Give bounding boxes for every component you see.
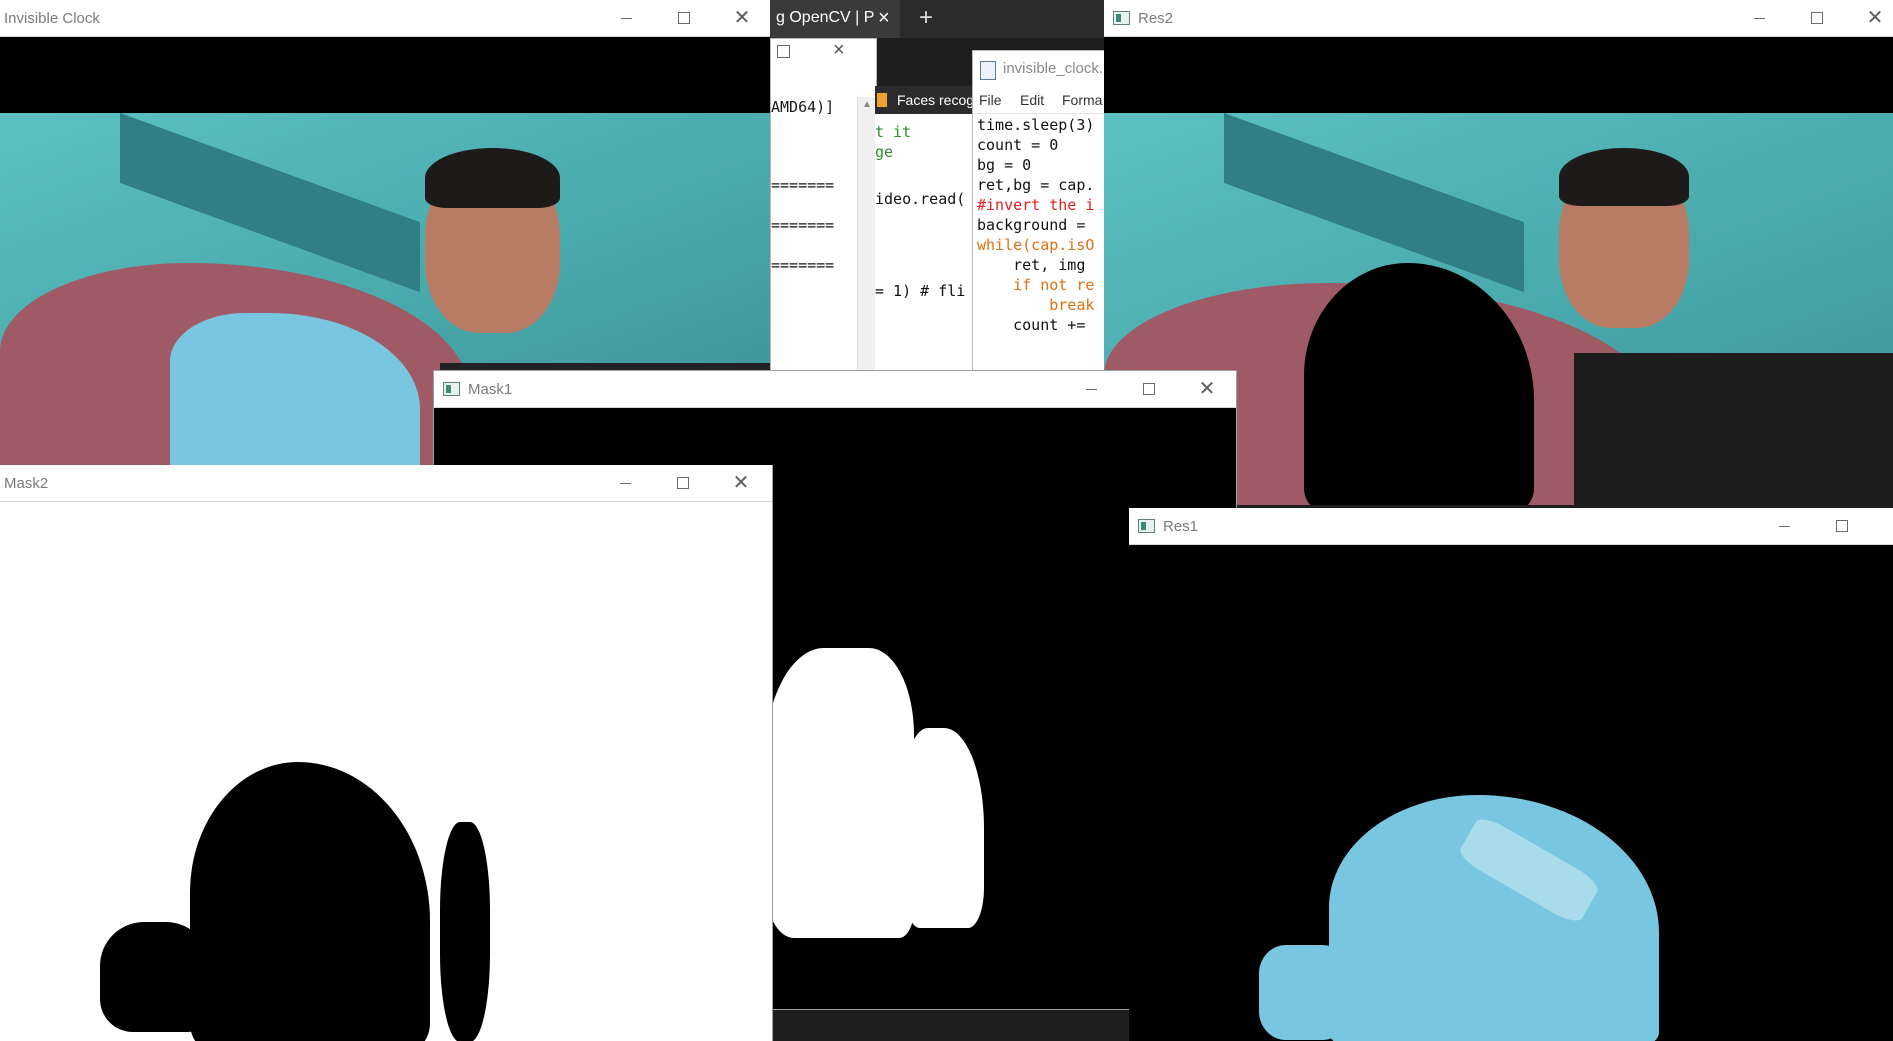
console-window: × AMD64)] ======= ======= ======= ▲ xyxy=(770,38,877,372)
code-fragment-4: = 1) # fli xyxy=(875,282,966,300)
window-title: Mask1 xyxy=(468,381,513,398)
console-line-3: ======= xyxy=(771,256,835,274)
file-icon xyxy=(980,61,996,80)
mask-white-region xyxy=(904,728,984,928)
maximize-button[interactable] xyxy=(655,0,713,37)
editor-line: count = 0 xyxy=(977,136,1059,154)
menu-file[interactable]: File xyxy=(979,92,1002,108)
minimize-button[interactable] xyxy=(597,0,655,37)
window-app-icon xyxy=(1113,11,1130,25)
editor-while: while(cap.isO xyxy=(977,236,1095,254)
window-title: Mask2 xyxy=(4,475,49,492)
close-tab-icon[interactable]: × xyxy=(878,7,890,30)
res1-window: Res1 xyxy=(1129,508,1893,1041)
editor-line: background = xyxy=(977,216,1086,234)
titlebar[interactable]: Res2 ✕ xyxy=(1104,0,1893,37)
python-code-fragment: t it ge ideo.read( = 1) # fli .... xyxy=(875,114,972,370)
code-fragment-2: ge xyxy=(875,143,894,161)
text-editor-window: invisible_clock. File Edit Forma time.sl… xyxy=(972,50,1109,372)
editor-line: ret, img xyxy=(977,256,1086,274)
scroll-up-icon[interactable]: ▲ xyxy=(862,99,872,110)
mask-black-region xyxy=(190,762,430,1041)
console-scrollbar[interactable]: ▲ xyxy=(857,97,876,371)
minimize-button[interactable] xyxy=(1755,508,1813,545)
browser-tab-title: g OpenCV | P xyxy=(776,9,875,26)
shelf xyxy=(1224,113,1524,293)
mask-view xyxy=(0,502,772,1041)
code-fragment-1: t it xyxy=(875,123,912,141)
maximize-button[interactable] xyxy=(654,465,712,502)
mask-white-region xyxy=(764,648,914,938)
person-hair xyxy=(425,148,560,208)
new-tab-icon[interactable]: + xyxy=(919,4,933,32)
person-shoulder xyxy=(1574,353,1893,505)
maximize-button[interactable] xyxy=(1813,508,1871,545)
minimize-button[interactable] xyxy=(596,465,654,502)
console-header: AMD64)] xyxy=(771,98,835,116)
editor-line: ret,bg = cap. xyxy=(977,176,1095,194)
close-icon[interactable]: × xyxy=(833,39,845,62)
mask2-window: Mask2 ✕ xyxy=(0,465,773,1041)
bookmark-label[interactable]: Faces recog xyxy=(897,92,974,108)
titlebar[interactable]: Invisible Clock ✕ xyxy=(0,0,770,37)
window-app-icon xyxy=(443,382,460,396)
editor-title: invisible_clock. xyxy=(1003,60,1104,77)
close-button[interactable]: ✕ xyxy=(713,0,770,37)
mask-black-region xyxy=(100,922,210,1032)
window-title: Res2 xyxy=(1138,10,1174,27)
console-line-2: ======= xyxy=(771,216,835,234)
window-app-icon xyxy=(1138,519,1155,533)
editor-line: bg = 0 xyxy=(977,156,1032,174)
menu-edit[interactable]: Edit xyxy=(1020,92,1044,108)
editor-if: if not re xyxy=(977,276,1095,294)
close-button[interactable]: ✕ xyxy=(1846,0,1893,37)
editor-menubar: File Edit Forma xyxy=(973,87,1108,114)
titlebar[interactable]: Mask1 ✕ xyxy=(434,371,1236,408)
result-view xyxy=(1129,545,1893,1041)
editor-text[interactable]: time.sleep(3) count = 0 bg = 0 ret,bg = … xyxy=(977,115,1094,335)
code-fragment-5: .... xyxy=(875,359,912,370)
close-button[interactable]: ✕ xyxy=(712,465,770,502)
bookmark-icon xyxy=(877,93,887,107)
titlebar[interactable]: Mask2 ✕ xyxy=(0,465,772,502)
code-fragment-3: ideo.read( xyxy=(875,190,966,208)
titlebar[interactable]: Res1 xyxy=(1129,508,1893,545)
maximize-button[interactable] xyxy=(1788,0,1846,37)
editor-line: count += xyxy=(977,316,1086,334)
invisible-region xyxy=(1304,263,1534,505)
editor-comment: #invert the i xyxy=(977,196,1095,214)
person-hair xyxy=(1559,148,1689,206)
cloak-region xyxy=(1259,945,1349,1040)
maximize-button[interactable] xyxy=(1120,371,1178,408)
editor-line: time.sleep(3) xyxy=(977,116,1095,134)
menu-format[interactable]: Forma xyxy=(1062,92,1102,108)
console-line-1: ======= xyxy=(771,176,835,194)
window-title: Invisible Clock xyxy=(4,10,100,27)
browser-tab[interactable]: g OpenCV | P × xyxy=(770,0,900,38)
minimize-button[interactable] xyxy=(1730,0,1788,37)
close-button[interactable]: ✕ xyxy=(1178,371,1236,408)
minimize-button[interactable] xyxy=(1062,371,1120,408)
maximize-icon[interactable] xyxy=(777,45,790,58)
mask-black-region xyxy=(440,822,490,1041)
window-title: Res1 xyxy=(1163,518,1199,535)
bookmark-bar: Faces recog xyxy=(875,86,975,114)
editor-break: break xyxy=(977,296,1095,314)
